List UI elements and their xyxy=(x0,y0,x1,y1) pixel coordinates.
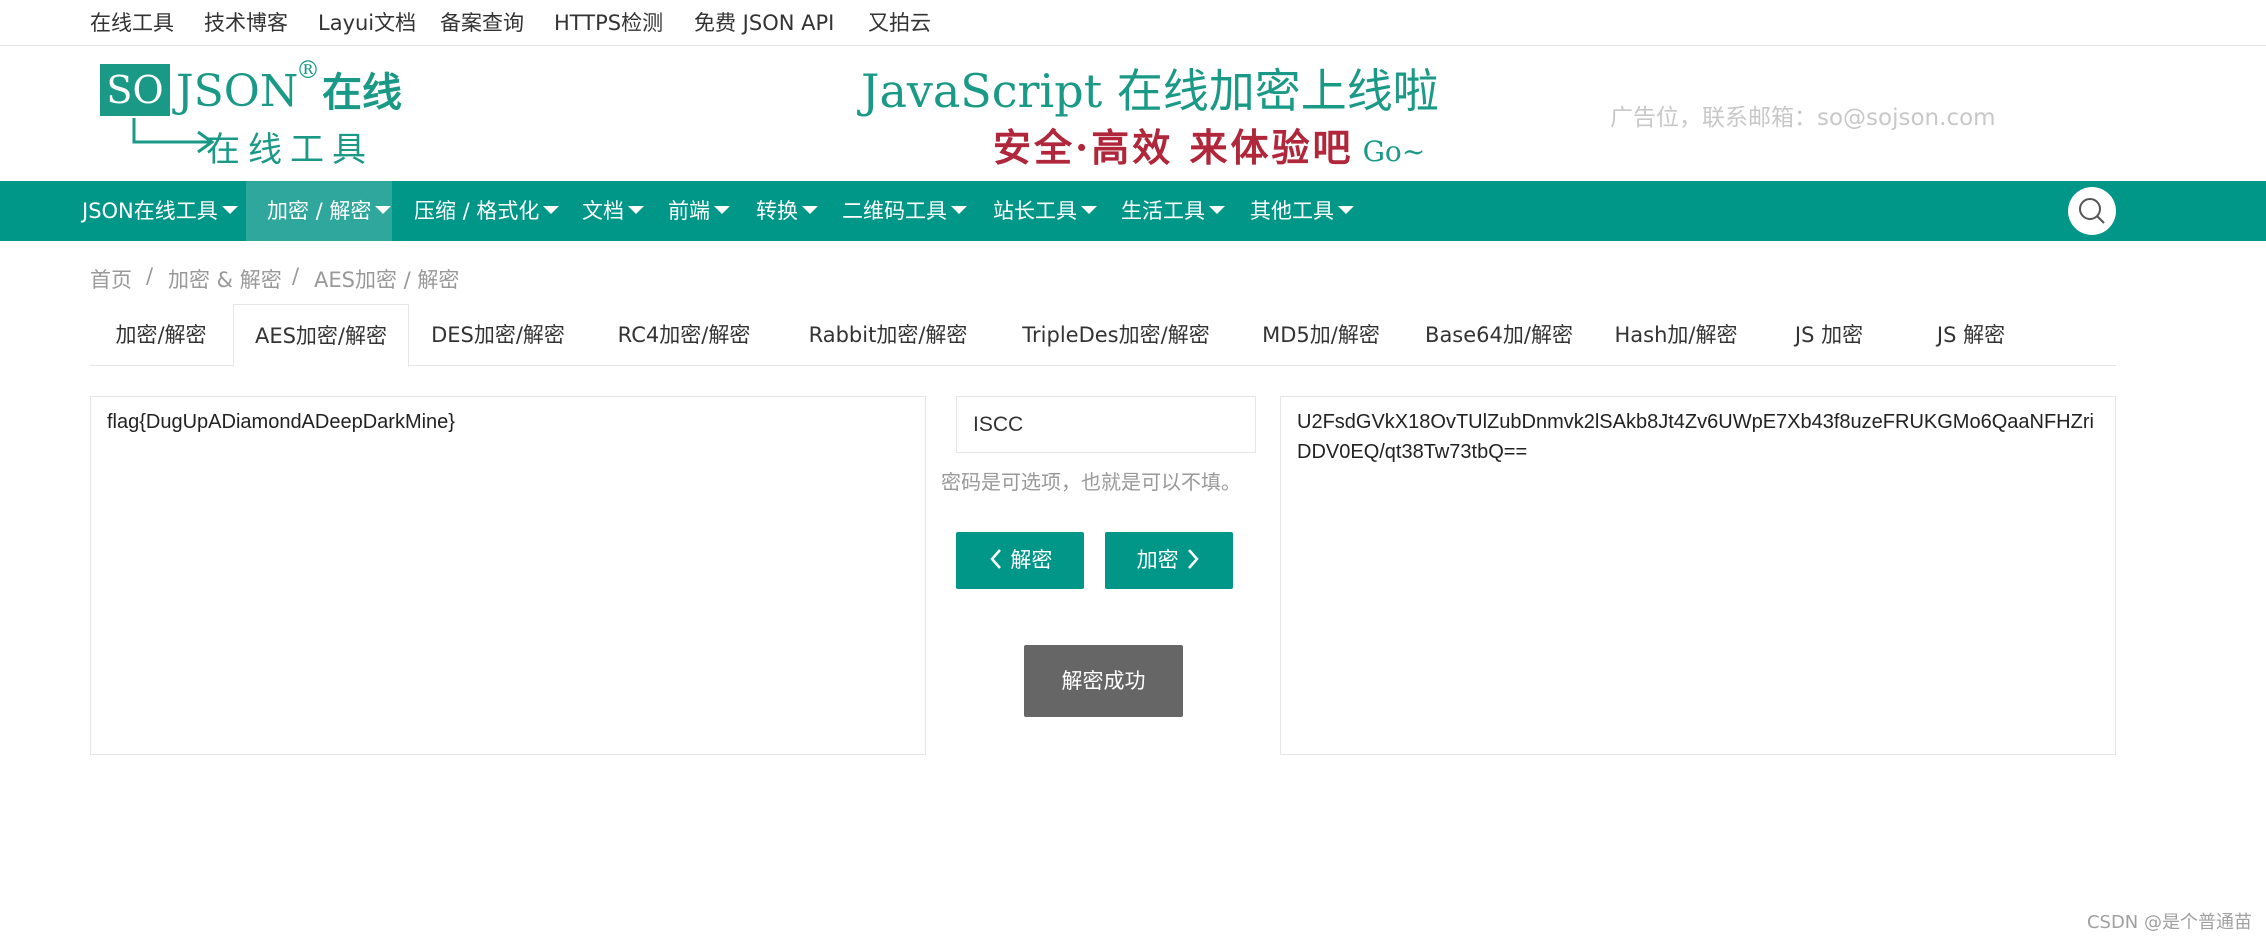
plaintext-textarea[interactable]: flag{DugUpADiamondADeepDarkMine} xyxy=(90,396,926,755)
top-link-upyun[interactable]: 又拍云 xyxy=(868,0,931,46)
nav-frontend[interactable]: 前端 xyxy=(668,181,730,241)
top-link-bar: 在线工具 技术博客 Layui文档 备案查询 HTTPS检测 免费 JSON A… xyxy=(0,0,2266,46)
banner-go-text: Go~ xyxy=(1362,135,1426,168)
tab-aes[interactable]: AES加密/解密 xyxy=(233,304,409,367)
chevron-right-icon xyxy=(1188,549,1200,569)
chevron-down-icon xyxy=(543,206,560,214)
tab-encrypt-decrypt[interactable]: 加密/解密 xyxy=(90,304,232,366)
top-link-tech-blog[interactable]: 技术博客 xyxy=(204,0,288,46)
nav-webmaster-tools[interactable]: 站长工具 xyxy=(993,181,1097,241)
chevron-down-icon xyxy=(1081,206,1097,214)
chevron-down-icon xyxy=(1338,206,1354,214)
chevron-down-icon xyxy=(1209,206,1225,214)
password-hint: 密码是可选项，也就是可以不填。 xyxy=(941,470,1241,494)
nav-label: 其他工具 xyxy=(1250,199,1334,223)
chevron-down-icon xyxy=(221,206,238,214)
nav-label: 二维码工具 xyxy=(842,199,947,223)
chevron-down-icon xyxy=(628,206,644,214)
nav-compress-format[interactable]: 压缩 / 格式化 xyxy=(414,181,560,241)
breadcrumb-separator: / xyxy=(146,264,154,288)
tab-js-decrypt[interactable]: JS 解密 xyxy=(1900,304,2042,366)
page: 在线工具 技术博客 Layui文档 备案查询 HTTPS检测 免费 JSON A… xyxy=(0,0,2266,941)
decrypt-button-label: 解密 xyxy=(1010,548,1053,572)
nav-convert[interactable]: 转换 xyxy=(756,181,818,241)
tab-js-encrypt[interactable]: JS 加密 xyxy=(1758,304,1900,366)
nav-label: 站长工具 xyxy=(993,199,1077,223)
tab-rc4[interactable]: RC4加密/解密 xyxy=(586,304,782,366)
chevron-down-icon xyxy=(375,206,392,214)
watermark-text: CSDN @是个普通苗 xyxy=(2086,912,2252,933)
nav-life-tools[interactable]: 生活工具 xyxy=(1121,181,1225,241)
nav-encrypt-decrypt[interactable]: 加密 / 解密 xyxy=(246,181,392,241)
nav-label: JSON在线工具 xyxy=(82,199,218,223)
nav-json-tools[interactable]: JSON在线工具 xyxy=(82,181,238,241)
chevron-left-icon xyxy=(989,549,1001,569)
breadcrumb-separator: / xyxy=(292,264,300,288)
tab-tripledes[interactable]: TripleDes加密/解密 xyxy=(994,304,1238,366)
tab-rabbit[interactable]: Rabbit加密/解密 xyxy=(782,304,994,366)
tab-base64[interactable]: Base64加/解密 xyxy=(1404,304,1594,366)
tab-hash[interactable]: Hash加/解密 xyxy=(1594,304,1758,366)
banner-headline: JavaScript 在线加密上线啦 xyxy=(861,64,1439,118)
nav-docs[interactable]: 文档 xyxy=(582,181,644,241)
nav-qrcode-tools[interactable]: 二维码工具 xyxy=(842,181,967,241)
tool-tabs: 加密/解密 AES加密/解密 DES加密/解密 RC4加密/解密 Rabbit加… xyxy=(90,304,2116,367)
chevron-down-icon xyxy=(714,206,730,214)
main-nav: JSON在线工具 加密 / 解密 压缩 / 格式化 文档 前端 转换 二维码工具… xyxy=(0,181,2266,241)
top-link-online-tools[interactable]: 在线工具 xyxy=(90,0,174,46)
decrypt-success-toast: 解密成功 xyxy=(1024,645,1183,717)
ciphertext-textarea[interactable]: U2FsdGVkX18OvTUlZubDnmvk2lSAkb8Jt4Zv6UWp… xyxy=(1280,396,2116,755)
search-icon xyxy=(2079,198,2105,224)
tab-md5[interactable]: MD5加/解密 xyxy=(1238,304,1404,366)
banner-subline-text: 安全·高效 来体验吧 xyxy=(993,125,1354,170)
nav-label: 加密 / 解密 xyxy=(267,199,372,223)
search-button[interactable] xyxy=(2068,187,2116,235)
nav-other-tools[interactable]: 其他工具 xyxy=(1250,181,1354,241)
breadcrumb-encrypt-decrypt[interactable]: 加密 & 解密 xyxy=(168,264,282,294)
decrypt-button[interactable]: 解密 xyxy=(956,532,1084,589)
encrypt-button[interactable]: 加密 xyxy=(1105,532,1233,589)
site-logo[interactable]: SO JSON ® 在线 在线工具箱 xyxy=(100,56,410,219)
breadcrumb-home[interactable]: 首页 xyxy=(90,264,132,294)
nav-label: 转换 xyxy=(756,199,798,223)
breadcrumb-current: AES加密 / 解密 xyxy=(314,268,460,292)
banner-subline: 安全·高效 来体验吧 Go~ xyxy=(993,117,1425,172)
nav-label: 压缩 / 格式化 xyxy=(414,199,540,223)
tab-des[interactable]: DES加密/解密 xyxy=(410,304,586,366)
top-link-icp-lookup[interactable]: 备案查询 xyxy=(440,0,524,46)
logo-json-text: JSON xyxy=(176,66,299,117)
logo-arrow-icon xyxy=(132,118,215,154)
nav-label: 文档 xyxy=(582,199,624,223)
logo-cn-text: 在线 xyxy=(322,70,402,116)
top-link-free-json-api[interactable]: 免费 JSON API xyxy=(694,0,834,46)
top-link-https-check[interactable]: HTTPS检测 xyxy=(554,0,663,46)
logo-so-box: SO xyxy=(100,64,170,116)
encrypt-button-label: 加密 xyxy=(1136,548,1179,572)
chevron-down-icon xyxy=(802,206,818,214)
top-link-layui-docs[interactable]: Layui文档 xyxy=(318,0,416,46)
nav-label: 前端 xyxy=(668,199,710,223)
password-input[interactable]: ISCC xyxy=(956,396,1256,453)
ad-slot-text[interactable]: 广告位，联系邮箱：so@sojson.com xyxy=(1610,98,1996,132)
logo-registered-mark: ® xyxy=(296,56,320,84)
promo-banner[interactable]: JavaScript 在线加密上线啦 安全·高效 来体验吧 Go~ xyxy=(855,55,1465,175)
nav-label: 生活工具 xyxy=(1121,199,1205,223)
chevron-down-icon xyxy=(951,206,967,214)
